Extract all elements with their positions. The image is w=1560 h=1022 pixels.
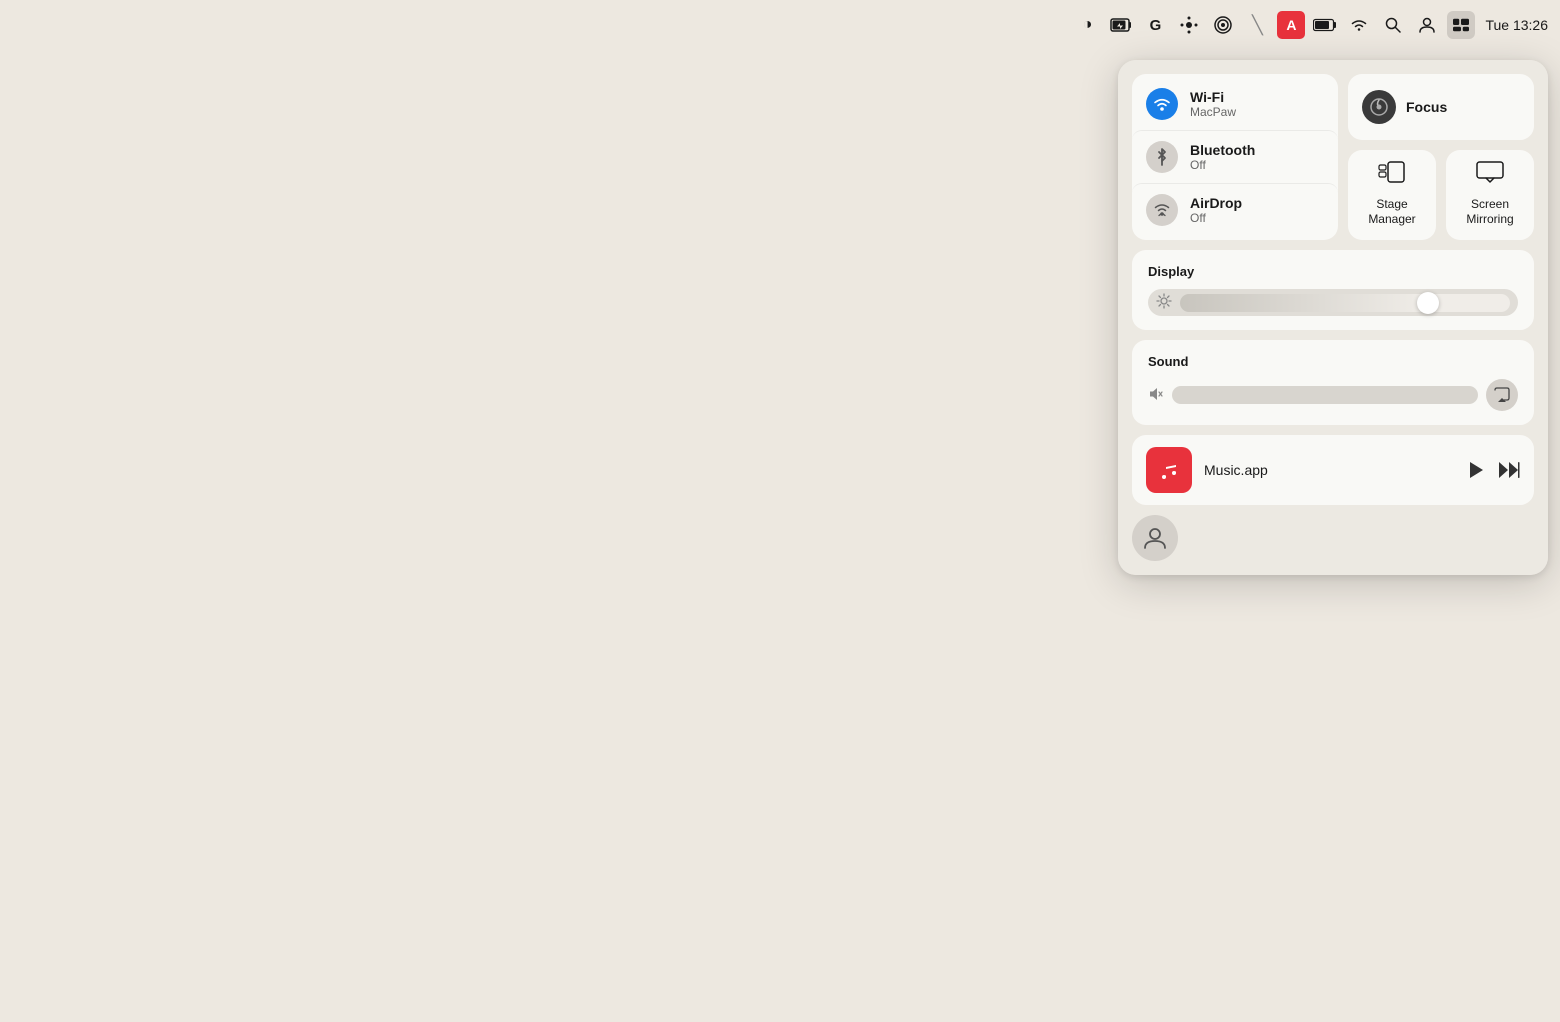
bluetooth-text: Bluetooth Off — [1190, 142, 1255, 172]
wifi-title: Wi-Fi — [1190, 89, 1236, 105]
bluetooth-title: Bluetooth — [1190, 142, 1255, 158]
stage-manager-icon — [1378, 160, 1406, 191]
stage-manager-panel[interactable]: Stage Manager — [1348, 150, 1436, 240]
battery2-icon[interactable] — [1311, 11, 1339, 39]
skip-forward-button[interactable] — [1498, 461, 1520, 479]
bottom-row — [1132, 515, 1534, 561]
focus-label: Focus — [1406, 99, 1447, 115]
sound-slider[interactable] — [1172, 386, 1478, 404]
setapp-icon[interactable] — [1175, 11, 1203, 39]
focus-icon — [1362, 90, 1396, 124]
top-row: Wi-Fi MacPaw Bluetooth Off — [1132, 74, 1534, 240]
halflife-icon[interactable]: ◑ — [1073, 11, 1101, 39]
wifi-text: Wi-Fi MacPaw — [1190, 89, 1236, 119]
typeface-icon[interactable]: A — [1277, 11, 1305, 39]
wifi-subtitle: MacPaw — [1190, 105, 1236, 119]
sound-section: Sound — [1132, 340, 1534, 425]
screenrecorder-icon[interactable] — [1209, 11, 1237, 39]
display-slider-container — [1148, 289, 1518, 316]
stage-manager-label: Stage Manager — [1358, 197, 1426, 228]
control-center-panel: Wi-Fi MacPaw Bluetooth Off — [1118, 60, 1548, 575]
scrubber-icon[interactable]: ╲ — [1243, 11, 1271, 39]
airdrop-subtitle: Off — [1190, 211, 1242, 225]
grammarly-icon[interactable]: G — [1141, 11, 1169, 39]
wifi-icon — [1146, 88, 1178, 120]
airdrop-item[interactable]: AirDrop Off — [1132, 183, 1338, 236]
volume-icon — [1148, 386, 1164, 405]
menubar: ◑ G ╲ A — [0, 0, 1560, 50]
focus-panel[interactable]: Focus — [1348, 74, 1534, 140]
user-button[interactable] — [1132, 515, 1178, 561]
sound-slider-row — [1148, 379, 1518, 411]
airplay-button[interactable] — [1486, 379, 1518, 411]
airdrop-title: AirDrop — [1190, 195, 1242, 211]
wifi-item[interactable]: Wi-Fi MacPaw — [1132, 78, 1338, 130]
sound-label: Sound — [1148, 354, 1518, 369]
wifi-menubar-icon[interactable] — [1345, 11, 1373, 39]
search-icon[interactable] — [1379, 11, 1407, 39]
display-slider[interactable] — [1180, 294, 1510, 312]
airdrop-icon — [1146, 194, 1178, 226]
bluetooth-item[interactable]: Bluetooth Off — [1132, 130, 1338, 183]
display-slider-thumb[interactable] — [1417, 292, 1439, 314]
screen-mirroring-icon — [1476, 160, 1504, 191]
screen-mirroring-label: Screen Mirroring — [1456, 197, 1524, 228]
play-button[interactable] — [1468, 461, 1484, 479]
screen-mirroring-panel[interactable]: Screen Mirroring — [1446, 150, 1534, 240]
menubar-time: Tue 13:26 — [1485, 17, 1548, 33]
user-menubar-icon[interactable] — [1413, 11, 1441, 39]
display-section: Display — [1132, 250, 1534, 330]
music-app-icon — [1146, 447, 1192, 493]
stage-mirroring-row: Stage Manager Screen Mirroring — [1348, 150, 1534, 240]
bluetooth-icon — [1146, 141, 1178, 173]
music-controls — [1468, 461, 1520, 479]
battery-charging-icon[interactable] — [1107, 11, 1135, 39]
display-label: Display — [1148, 264, 1518, 279]
connectivity-panel: Wi-Fi MacPaw Bluetooth Off — [1132, 74, 1338, 240]
right-column: Focus Stage Manager — [1348, 74, 1534, 240]
control-center-icon[interactable] — [1447, 11, 1475, 39]
bluetooth-subtitle: Off — [1190, 158, 1255, 172]
music-app-name: Music.app — [1204, 462, 1456, 478]
brightness-icon — [1156, 293, 1172, 312]
airdrop-text: AirDrop Off — [1190, 195, 1242, 225]
music-section: Music.app — [1132, 435, 1534, 505]
